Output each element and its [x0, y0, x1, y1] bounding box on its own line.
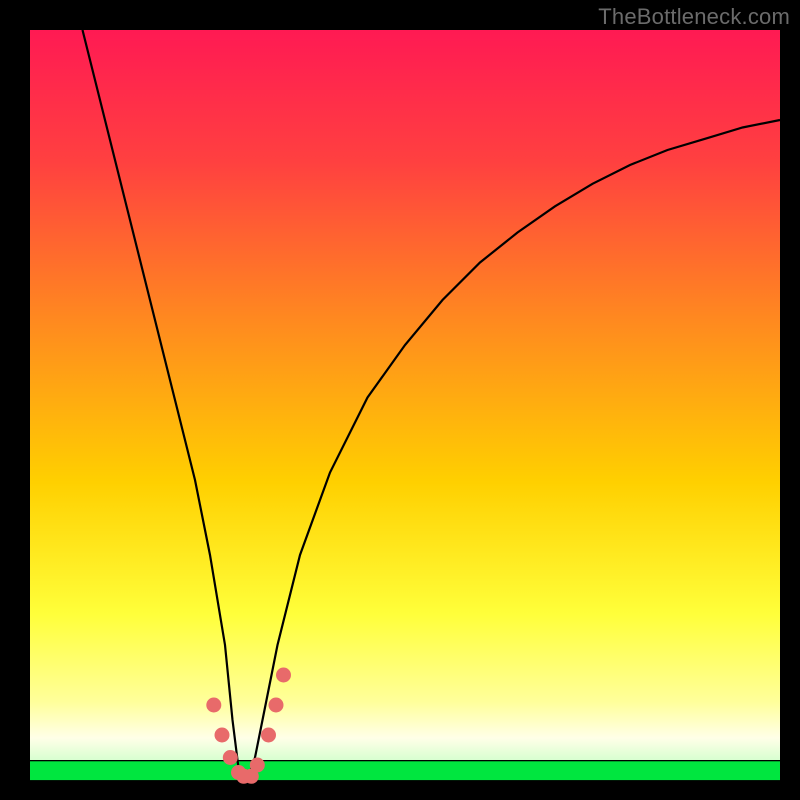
- marker-dot: [250, 758, 265, 773]
- marker-dot: [215, 728, 230, 743]
- marker-dot: [223, 750, 238, 765]
- chart-frame: TheBottleneck.com: [0, 0, 800, 800]
- bottleneck-plot: [0, 0, 800, 800]
- marker-dot: [276, 668, 291, 683]
- green-band: [30, 761, 780, 780]
- watermark-text: TheBottleneck.com: [598, 4, 790, 30]
- marker-dot: [206, 698, 221, 713]
- marker-dot: [261, 728, 276, 743]
- marker-dot: [269, 698, 284, 713]
- gradient-background: [30, 30, 780, 760]
